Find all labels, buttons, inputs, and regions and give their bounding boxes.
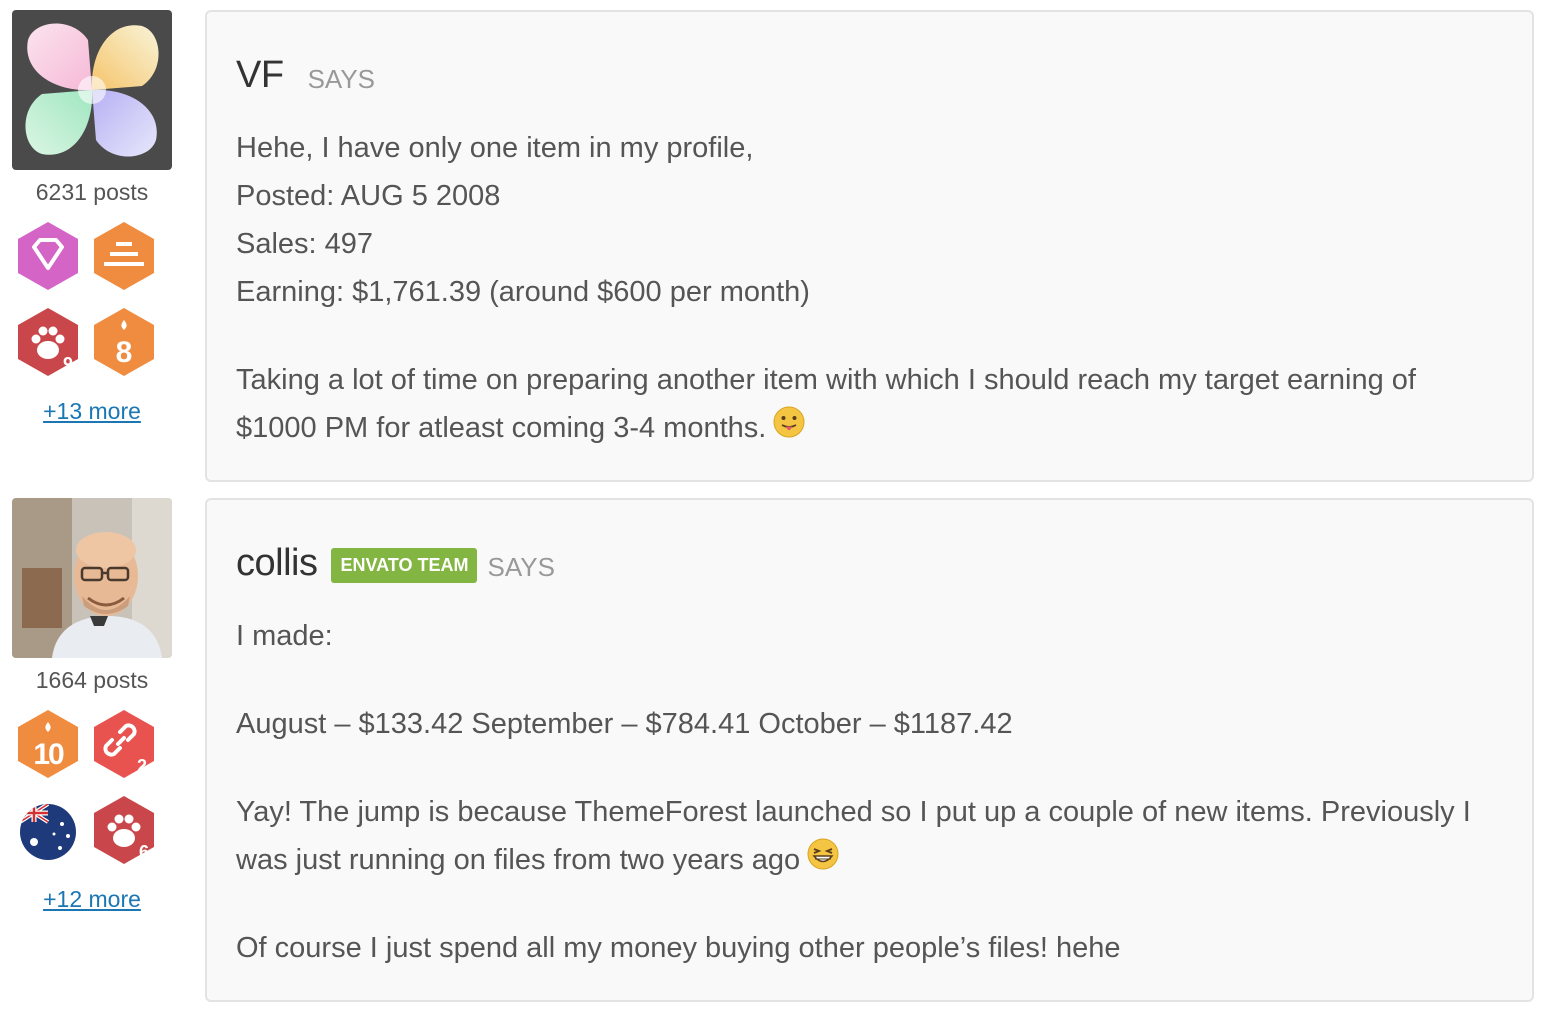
post-line: Posted: AUG 5 2008 — [236, 180, 501, 212]
australia-flag-icon[interactable] — [16, 794, 80, 866]
says-label: SAYS — [487, 551, 555, 582]
post-paragraph: Of course I just spend all my money buyi… — [236, 932, 1121, 964]
post-paragraph: I made: — [236, 620, 333, 652]
flame-icon[interactable]: 8 — [92, 306, 156, 378]
more-badges-link[interactable]: +13 more — [12, 398, 172, 425]
author-sidebar: 6231 posts 9 8 +13 more — [12, 10, 172, 425]
author-sidebar: 1664 posts 10 2 6 +12 more — [12, 498, 172, 913]
badge-count: 10 — [33, 738, 64, 771]
flame-icon[interactable]: 10 — [16, 708, 80, 780]
badge-grid: 9 8 — [12, 220, 172, 390]
badge-count: 6 — [139, 842, 149, 862]
badge-count: 9 — [63, 354, 73, 374]
team-badge: ENVATO TEAM — [331, 547, 478, 583]
link-icon[interactable]: 2 — [92, 708, 156, 780]
paw-icon[interactable]: 9 — [16, 306, 80, 378]
avatar[interactable] — [12, 10, 172, 170]
says-label: SAYS — [307, 63, 375, 94]
forum-post: 1664 posts 10 2 6 +12 more collis ENVATO… — [0, 488, 1544, 1014]
post-body: Hehe, I have only one item in my profile… — [236, 124, 1502, 452]
username[interactable]: collis — [236, 542, 318, 585]
paw-icon[interactable]: 6 — [92, 794, 156, 866]
post-count: 1664 posts — [35, 667, 149, 693]
post-header: VF SAYS — [236, 52, 1502, 98]
badge-count: 2 — [137, 756, 147, 776]
forum-post: 6231 posts 9 8 +13 more VF SAYS Hehe, I … — [0, 0, 1544, 488]
tongue-emoji-icon — [772, 405, 806, 439]
post-line: Sales: 497 — [236, 228, 374, 260]
post-line: Earning: $1,761.39 (around $600 per mont… — [236, 276, 810, 308]
avatar[interactable] — [12, 498, 172, 658]
post-body: I made: August – $133.42 September – $78… — [236, 612, 1502, 972]
post-line: Hehe, I have only one item in my profile… — [236, 132, 754, 164]
stack-icon[interactable] — [92, 220, 156, 292]
post-paragraph: Yay! The jump is because ThemeForest lau… — [236, 796, 1471, 876]
post-card: VF SAYS Hehe, I have only one item in my… — [205, 10, 1534, 482]
grin-emoji-icon — [806, 837, 840, 871]
post-paragraph: August – $133.42 September – $784.41 Oct… — [236, 708, 1013, 740]
post-count: 6231 posts — [35, 179, 149, 205]
badge-count: 8 — [116, 336, 133, 369]
diamond-icon[interactable] — [16, 220, 80, 292]
username[interactable]: VF — [236, 54, 284, 97]
post-card: collis ENVATO TEAM SAYS I made: August –… — [205, 498, 1534, 1002]
badge-grid: 10 2 6 — [12, 708, 172, 878]
more-badges-link[interactable]: +12 more — [12, 886, 172, 913]
post-paragraph: Taking a lot of time on preparing anothe… — [236, 364, 1416, 444]
post-header: collis ENVATO TEAM SAYS — [236, 540, 1502, 586]
